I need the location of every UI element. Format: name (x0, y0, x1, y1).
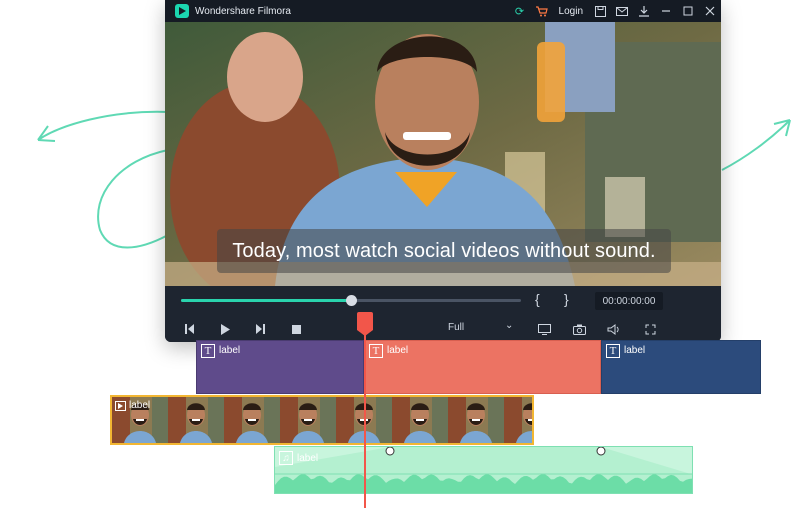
video-thumbnail (392, 397, 448, 443)
text-clip-label: label (387, 345, 409, 356)
right-swirl-arrow (721, 119, 791, 171)
text-clip-label: label (219, 345, 241, 356)
keyframe-marker-2[interactable] (596, 447, 606, 456)
keyframe-marker-1[interactable] (385, 447, 395, 456)
title-bar: Wondershare Filmora ⟳ Login (165, 0, 721, 22)
step-forward-icon[interactable] (251, 321, 269, 337)
login-button[interactable]: Login (553, 6, 589, 17)
mark-out-button[interactable]: } (564, 291, 569, 307)
text-clip-3[interactable]: T label (601, 340, 761, 394)
music-note-icon: ♫ (279, 451, 293, 465)
filmora-logo-icon (175, 4, 189, 18)
video-thumbnail (280, 397, 336, 443)
text-clip-label: label (624, 345, 646, 356)
video-clip-icon (115, 400, 126, 411)
audio-clip[interactable]: ♫ label (274, 446, 693, 494)
text-t-icon: T (606, 344, 620, 358)
mark-in-button[interactable]: { (535, 291, 540, 307)
left-swirl-arrow (37, 110, 169, 141)
timecode-display: 00:00:00:00 (595, 292, 663, 310)
audio-clip-header: ♫ label (279, 451, 318, 465)
video-clip[interactable]: label (110, 395, 534, 445)
monitor-icon[interactable] (535, 321, 553, 337)
minimize-icon[interactable] (655, 0, 677, 22)
video-preview[interactable]: Today, most watch social videos without … (165, 22, 721, 286)
snapshot-camera-icon[interactable] (570, 321, 588, 337)
title-bar-actions: ⟳ Login (509, 0, 721, 22)
chevron-down-icon[interactable]: ⌄ (505, 320, 513, 331)
audio-clip-label: label (297, 452, 319, 464)
text-clip-1[interactable]: T label (196, 340, 364, 394)
video-thumbnail (224, 397, 280, 443)
text-t-icon: T (201, 344, 215, 358)
playhead-line (364, 312, 366, 508)
app-title: Wondershare Filmora (195, 5, 291, 17)
video-thumbnail (168, 397, 224, 443)
video-clip-header: label (115, 400, 150, 411)
download-icon[interactable] (633, 0, 655, 22)
text-clip-2[interactable]: T label (364, 340, 601, 394)
close-icon[interactable] (699, 0, 721, 22)
video-thumbnail (504, 397, 532, 443)
maximize-icon[interactable] (677, 0, 699, 22)
save-icon[interactable] (589, 0, 611, 22)
video-thumbnail (448, 397, 504, 443)
cart-icon[interactable] (531, 0, 553, 22)
mail-icon[interactable] (611, 0, 633, 22)
quality-select[interactable]: Full (448, 322, 464, 333)
audio-waveform (275, 447, 692, 493)
fullscreen-icon[interactable] (641, 321, 659, 337)
video-thumbnails (112, 397, 532, 443)
filmora-window: Wondershare Filmora ⟳ Login Today, most … (165, 0, 721, 342)
text-t-icon: T (369, 344, 383, 358)
progress-fill (181, 299, 351, 302)
volume-icon[interactable] (605, 321, 623, 337)
step-back-icon[interactable] (181, 321, 199, 337)
play-icon[interactable] (216, 321, 234, 337)
stage: Wondershare Filmora ⟳ Login Today, most … (0, 0, 792, 509)
progress-handle[interactable] (346, 295, 357, 306)
sync-icon[interactable]: ⟳ (509, 0, 531, 22)
playback-controls: { } 00:00:00:00 Full ⌄ (165, 286, 721, 342)
subtitle-caption: Today, most watch social videos without … (217, 229, 671, 273)
left-swirl-loop (97, 149, 169, 249)
playback-progress-bar[interactable] (181, 295, 521, 306)
stop-icon[interactable] (287, 321, 305, 337)
playhead-handle[interactable] (357, 312, 373, 336)
video-clip-label: label (129, 400, 151, 411)
